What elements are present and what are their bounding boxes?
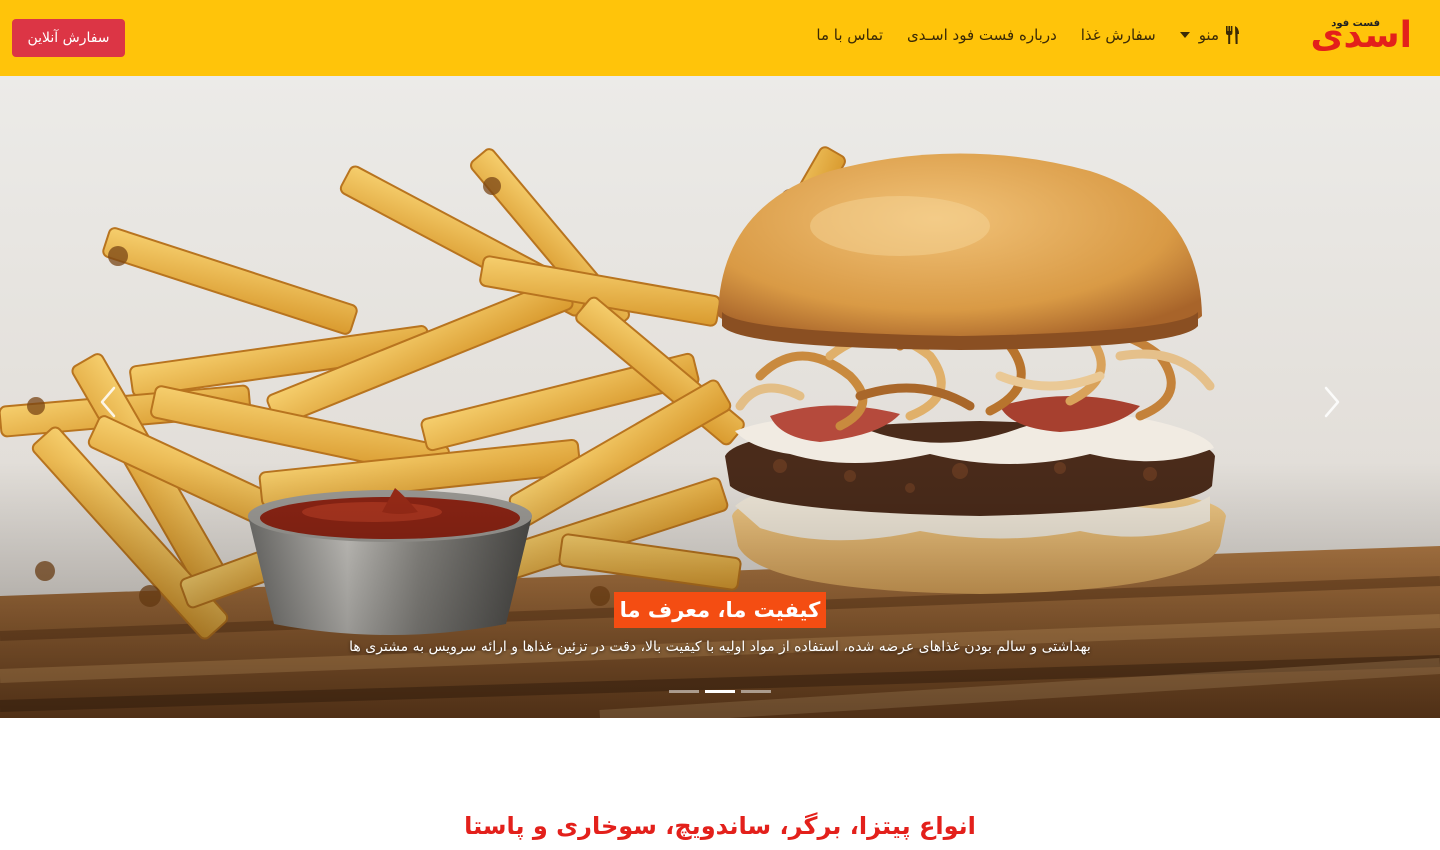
online-order-button[interactable]: سفارش آنلاین [12,19,125,57]
utensils-icon [1226,26,1239,44]
hero-carousel: کیفیت ما، معرف ما بهداشتی و سالم بودن غذ… [0,76,1440,718]
caret-down-icon [1179,32,1190,38]
hero-caption-text: بهداشتی و سالم بودن غذاهای عرضه شده، است… [349,639,1091,655]
nav-order-food[interactable]: سفارش غذا [1081,26,1156,44]
brand-tagline: فست فود [1329,18,1382,29]
nav-about[interactable]: درباره فست فود اسـدی [907,26,1057,44]
nav-menu-label: منو [1198,26,1219,44]
carousel-next-icon[interactable] [1318,382,1346,422]
navbar: اسدی فست فود منو سفارش غذا درباره فست فو… [0,0,1440,76]
nav-contact[interactable]: تماس با ما [816,26,883,44]
carousel-prev-icon[interactable] [94,382,122,422]
carousel-indicators [669,690,771,693]
carousel-indicator-3[interactable] [741,690,771,693]
main-nav: منو سفارش غذا درباره فست فود اسـدی تماس … [816,26,1240,44]
carousel-indicator-1[interactable] [669,690,699,693]
nav-menu-dropdown[interactable]: منو [1179,26,1240,44]
products-section-heading: انواع پیتزا، برگر، ساندویچ، سوخاری و پاس… [464,812,976,840]
hero-caption-title: کیفیت ما، معرف ما [613,592,827,628]
carousel-indicator-2[interactable] [705,690,735,693]
hero-caption-title-wrap: کیفیت ما، معرف ما [0,592,1440,628]
brand-logo[interactable]: اسدی فست فود [1286,12,1413,62]
